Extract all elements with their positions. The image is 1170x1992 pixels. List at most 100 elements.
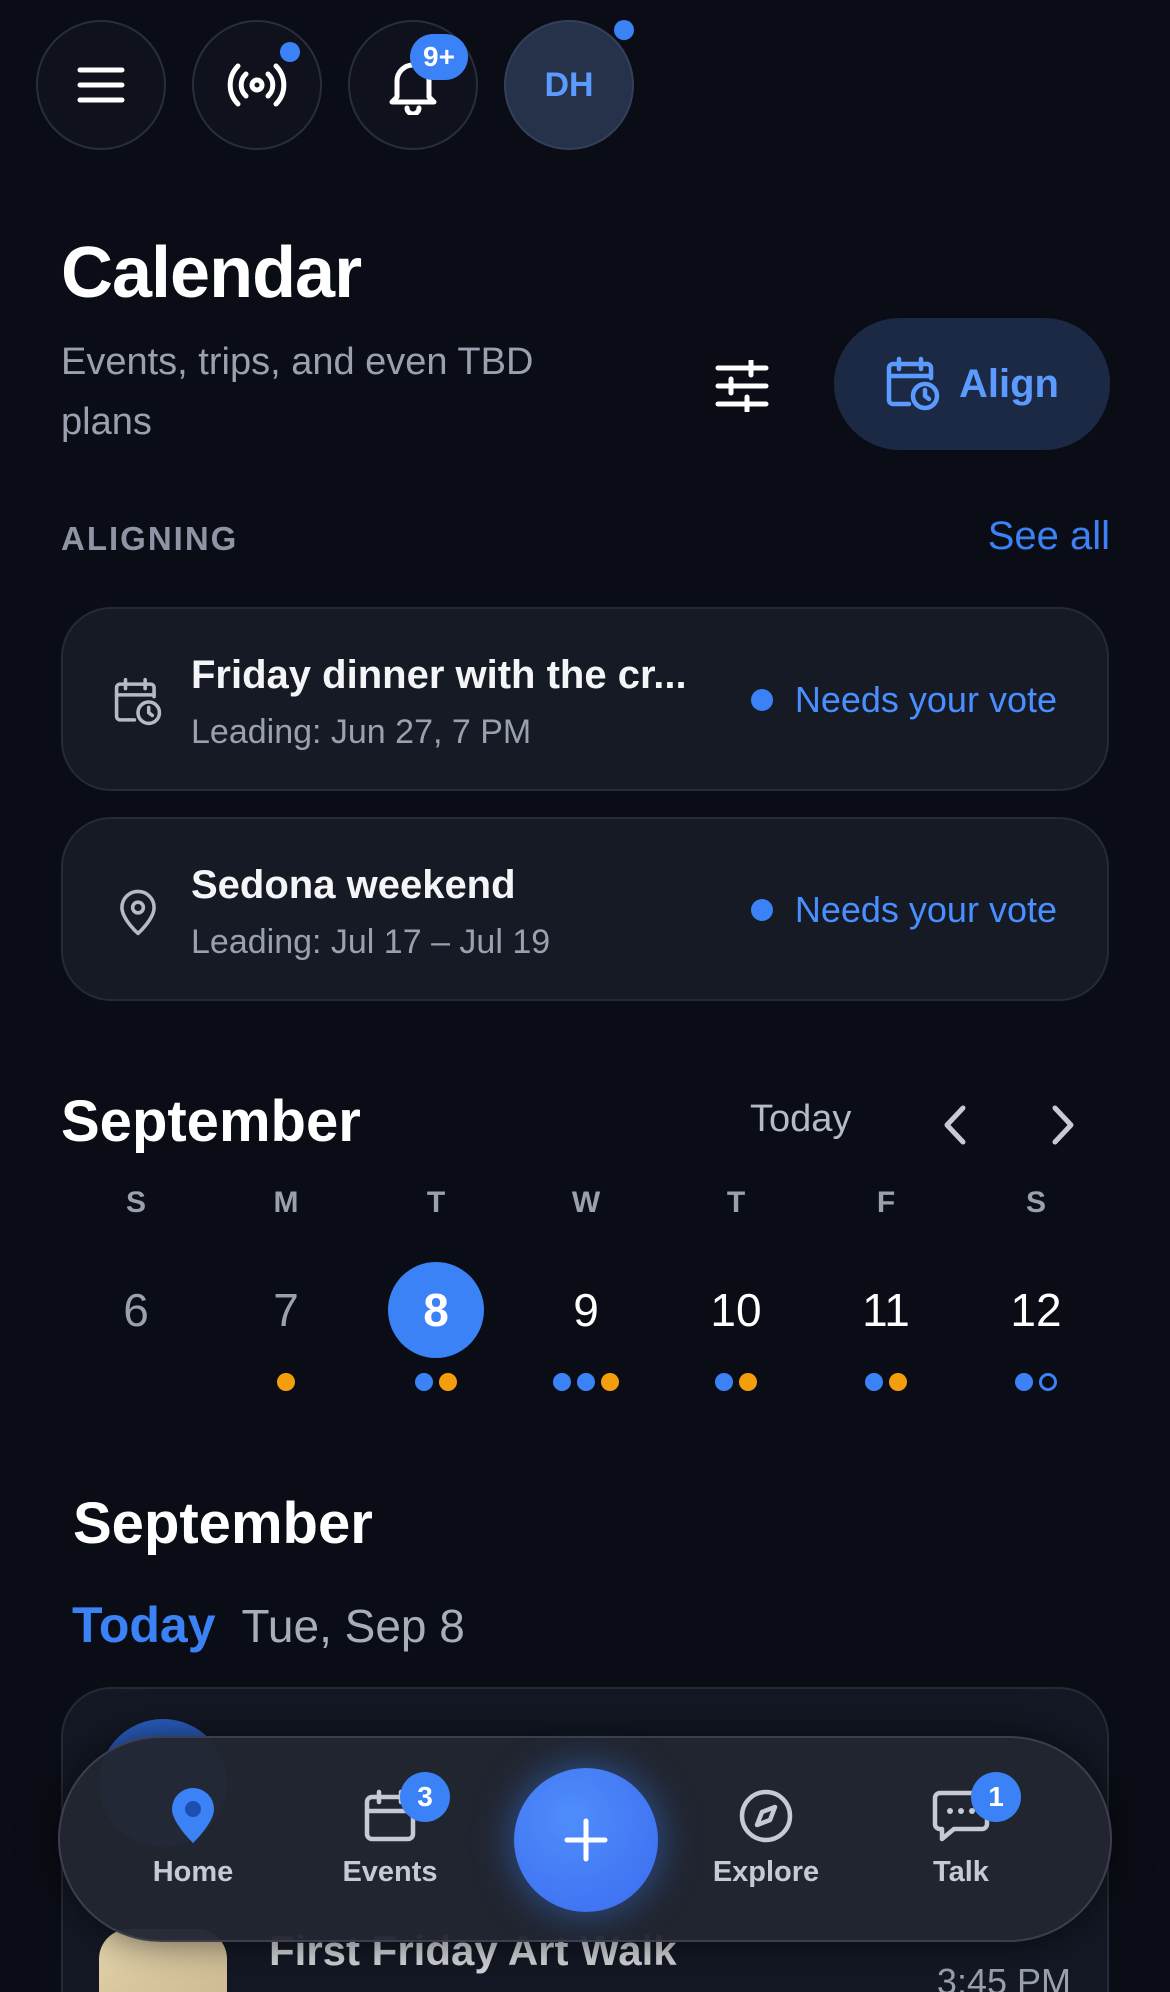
aligning-section-label: ALIGNING [61, 520, 239, 557]
day-of-week-label: W [571, 1186, 601, 1219]
event-dot [277, 1373, 295, 1391]
event-dot [1015, 1373, 1033, 1391]
notifications-button[interactable]: 9+ [348, 20, 478, 150]
jump-to-today-button[interactable]: Today [750, 1098, 851, 1141]
top-bar: 9+ DH [36, 20, 634, 150]
agenda-month-title: September [73, 1491, 373, 1556]
see-all-link[interactable]: See all [988, 514, 1110, 559]
nav-label: Events [342, 1856, 438, 1888]
vote-status-label: Needs your vote [794, 679, 1057, 720]
agenda-date-header: Today Tue, Sep 8 [72, 1596, 465, 1654]
day-number[interactable]: 12 [988, 1262, 1084, 1358]
event-dots [1015, 1372, 1057, 1392]
page-subtitle: Events, trips, and even TBD plans [61, 341, 534, 443]
nav-explore[interactable]: Explore [691, 1786, 841, 1889]
profile-avatar[interactable]: DH [504, 20, 634, 150]
vote-status-label: Needs your vote [794, 889, 1057, 930]
aligning-card-dinner[interactable]: Friday dinner with the cr... Leading: Ju… [61, 607, 1109, 791]
calendar-month-title: September [61, 1089, 361, 1154]
event-dot [439, 1373, 457, 1391]
week-row: S 6 M 7 T 8 W 9 T 10 F 11 S 12 [61, 1186, 1111, 1392]
chevron-left-icon [944, 1105, 966, 1145]
day-of-week-label: T [426, 1186, 446, 1219]
plus-icon [564, 1818, 608, 1862]
bottom-nav: Home 3 Events Explore 1 Talk [58, 1736, 1112, 1942]
event-dots [865, 1372, 907, 1392]
status-dot [750, 899, 773, 921]
calendar-clock-icon [114, 677, 162, 726]
map-pin-icon [120, 889, 156, 936]
event-dots [415, 1372, 457, 1392]
day-number[interactable]: 11 [838, 1262, 934, 1358]
day-number[interactable]: 6 [88, 1262, 184, 1358]
avatar-initials: DH [544, 65, 594, 104]
today-tag: Today [72, 1597, 216, 1653]
nav-label: Home [152, 1856, 234, 1888]
broadcast-button[interactable] [192, 20, 322, 150]
vote-status: Needs your vote [750, 679, 1057, 721]
event-dot [601, 1373, 619, 1391]
day-number[interactable]: 9 [538, 1262, 634, 1358]
aligning-card-subtitle: Leading: Jul 17 – Jul 19 [191, 923, 551, 961]
map-pin-icon [172, 1788, 214, 1843]
menu-button[interactable] [36, 20, 166, 150]
event-dot [889, 1373, 907, 1391]
week-day[interactable]: S6 [61, 1186, 211, 1392]
week-day[interactable]: F 11 [811, 1186, 961, 1392]
broadcast-icon [227, 63, 287, 107]
aligning-card-subtitle: Leading: Jun 27, 7 PM [191, 713, 532, 751]
vote-status: Needs your vote [750, 889, 1057, 931]
week-strip: S 6 M 7 T 8 W 9 T 10 F 11 S 12 [61, 1186, 1111, 1392]
nav-talk[interactable]: 1 Talk [886, 1772, 1036, 1889]
compass-icon [739, 1789, 793, 1843]
day-number[interactable]: 7 [238, 1262, 334, 1358]
day-of-week-label: S [125, 1186, 146, 1219]
page-title: Calendar [61, 233, 362, 313]
create-button[interactable] [514, 1768, 658, 1912]
event-dot [577, 1373, 595, 1391]
agenda-date: Tue, Sep 8 [241, 1600, 465, 1652]
calendar-clock-icon [886, 356, 940, 411]
previous-week-button[interactable] [930, 1100, 980, 1150]
chevron-right-icon [1052, 1105, 1074, 1145]
nav-label: Explore [712, 1856, 820, 1888]
day-of-week-label: S [1025, 1186, 1046, 1219]
aligning-card-title: Friday dinner with the cr... [191, 653, 687, 697]
event-time: 3:45 PM [936, 1961, 1071, 1992]
day-number[interactable]: 10 [688, 1262, 784, 1358]
event-dot [739, 1373, 757, 1391]
align-label: Align [959, 361, 1059, 406]
talk-count-badge: 1 [971, 1772, 1021, 1822]
align-button[interactable]: Align [834, 318, 1110, 450]
aligning-card-title: Sedona weekend [191, 863, 516, 907]
week-day[interactable]: T8 [361, 1186, 511, 1392]
day-of-week-label: M [273, 1186, 299, 1219]
selected-day-number[interactable]: 8 [388, 1262, 484, 1358]
event-dot [415, 1373, 433, 1391]
events-count-badge: 3 [400, 1772, 450, 1822]
event-dot [715, 1373, 733, 1391]
filter-button[interactable] [702, 346, 782, 426]
day-of-week-label: F [876, 1186, 896, 1219]
nav-home[interactable]: Home [118, 1786, 268, 1889]
aligning-card-sedona[interactable]: Sedona weekend Leading: Jul 17 – Jul 19 … [61, 817, 1109, 1001]
week-day[interactable]: M7 [211, 1186, 361, 1392]
day-of-week-label: T [726, 1186, 746, 1219]
sliders-icon [715, 360, 769, 412]
hamburger-icon [77, 67, 125, 103]
event-dot [553, 1373, 571, 1391]
avatar-status-dot [614, 20, 634, 40]
nav-events[interactable]: 3 Events [315, 1772, 465, 1889]
event-dot [865, 1373, 883, 1391]
week-day[interactable]: T 10 [661, 1186, 811, 1392]
week-day[interactable]: W9 [511, 1186, 661, 1392]
status-dot [750, 689, 773, 711]
event-dots [277, 1372, 295, 1392]
event-dots [715, 1372, 757, 1392]
event-dot [1039, 1373, 1057, 1391]
live-indicator-dot [280, 42, 300, 62]
week-day[interactable]: S 12 [961, 1186, 1111, 1392]
next-week-button[interactable] [1038, 1100, 1088, 1150]
notifications-count-badge: 9+ [410, 34, 468, 80]
event-dots [553, 1372, 619, 1392]
